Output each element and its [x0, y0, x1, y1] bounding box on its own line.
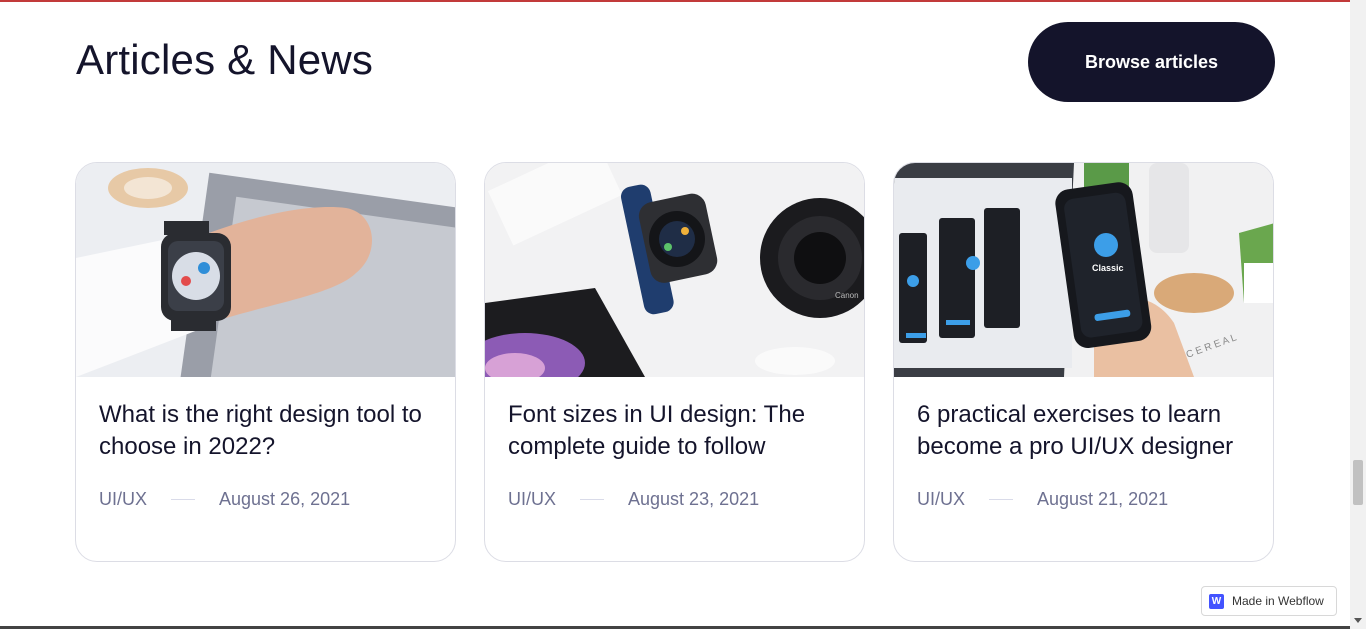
webflow-logo-icon: W	[1209, 593, 1224, 609]
scrollbar-thumb[interactable]	[1353, 460, 1363, 505]
browse-articles-button[interactable]: Browse articles	[1028, 22, 1275, 102]
article-image-phone-mockup[interactable]: Classic C E R E A L	[894, 163, 1273, 377]
article-image-smartwatch-lens[interactable]: Canon	[485, 163, 864, 377]
meta-divider	[989, 499, 1014, 500]
article-meta: UI/UX August 26, 2021	[99, 489, 350, 510]
article-meta: UI/UX August 23, 2021	[508, 489, 759, 510]
article-category: UI/UX	[917, 489, 966, 509]
meta-divider	[580, 499, 605, 500]
article-image-smartwatch-wrist[interactable]	[76, 163, 455, 377]
article-title[interactable]: What is the right design tool to choose …	[99, 399, 434, 463]
webflow-badge-label: Made in Webflow	[1232, 594, 1324, 608]
article-category: UI/UX	[508, 489, 557, 509]
svg-text:Canon: Canon	[835, 291, 859, 300]
article-title[interactable]: Font sizes in UI design: The complete gu…	[508, 399, 843, 463]
article-date: August 26, 2021	[219, 489, 351, 509]
made-in-webflow-badge[interactable]: W Made in Webflow	[1201, 586, 1337, 616]
svg-text:Classic: Classic	[1092, 263, 1124, 273]
article-date: August 23, 2021	[628, 489, 760, 509]
article-date: August 21, 2021	[1037, 489, 1169, 509]
meta-divider	[171, 499, 196, 500]
article-card[interactable]: Canon Font sizes in UI design: The compl…	[484, 162, 865, 562]
article-card[interactable]: What is the right design tool to choose …	[75, 162, 456, 562]
scrollbar[interactable]	[1350, 0, 1366, 629]
article-card[interactable]: Classic C E R E A L 6 practical exercise…	[893, 162, 1274, 562]
article-category: UI/UX	[99, 489, 148, 509]
article-title[interactable]: 6 practical exercises to learn become a …	[917, 399, 1252, 463]
article-meta: UI/UX August 21, 2021	[917, 489, 1168, 510]
scroll-down-arrow-icon[interactable]	[1354, 618, 1362, 623]
top-accent-line	[0, 0, 1366, 2]
section-title: Articles & News	[76, 36, 374, 83]
